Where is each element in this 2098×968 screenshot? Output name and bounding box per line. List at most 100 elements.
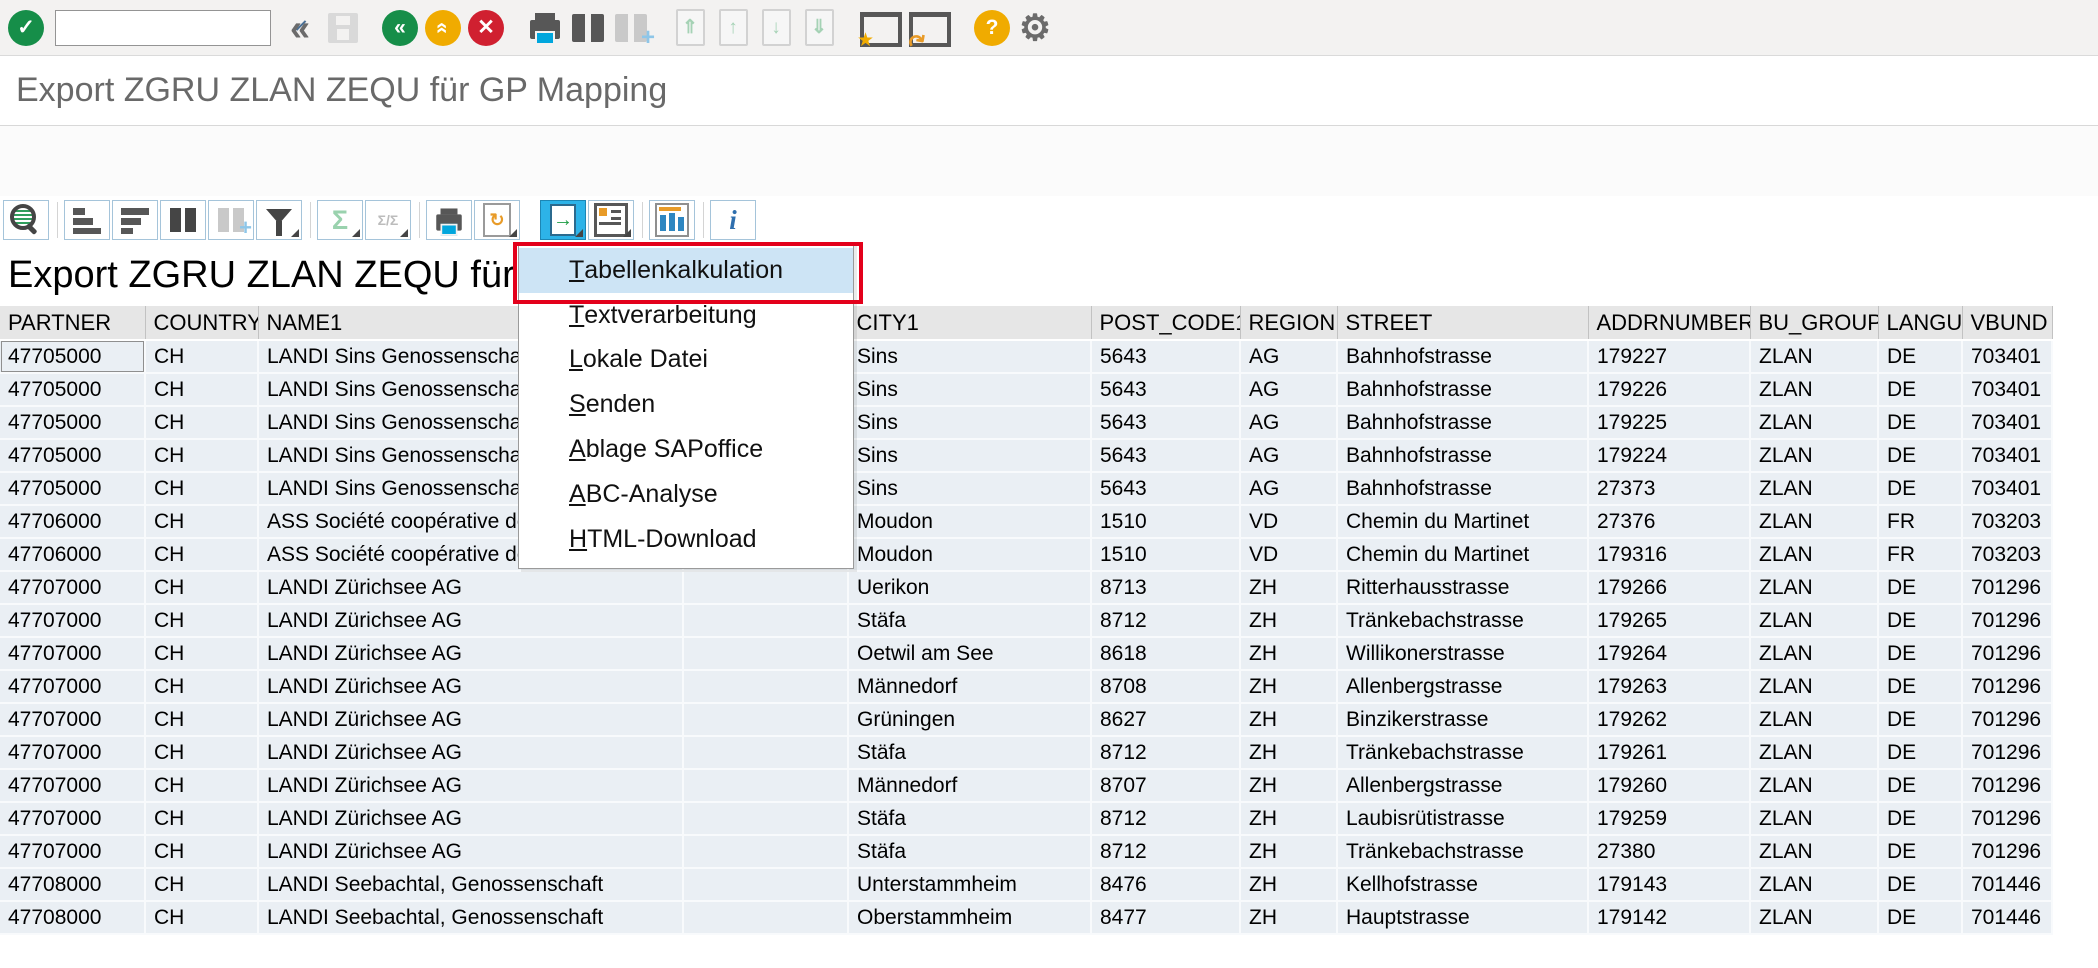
grid-cell[interactable]: 179266 (1588, 571, 1750, 604)
grid-cell[interactable]: ZLAN (1750, 340, 1878, 373)
grid-cell[interactable]: 179264 (1588, 637, 1750, 670)
details-button[interactable] (3, 200, 49, 240)
export-button[interactable]: → (540, 200, 586, 240)
grid-cell[interactable]: ZLAN (1750, 736, 1878, 769)
grid-cell[interactable]: 703401 (1962, 472, 2052, 505)
grid-cell[interactable]: CH (145, 604, 258, 637)
grid-cell[interactable]: Laubisrütistrasse (1337, 802, 1588, 835)
grid-cell[interactable]: ZLAN (1750, 868, 1878, 901)
column-header-vbund[interactable]: VBUND (1962, 306, 2052, 340)
grid-cell[interactable]: VD (1240, 505, 1337, 538)
grid-cell[interactable]: LANDI Zürichsee AG (258, 604, 683, 637)
grid-cell[interactable]: ZH (1240, 703, 1337, 736)
find-button[interactable] (570, 7, 606, 49)
grid-cell[interactable]: ZLAN (1750, 670, 1878, 703)
grid-cell[interactable]: 47707000 (0, 703, 145, 736)
grid-cell[interactable]: Stäfa (848, 736, 1091, 769)
grid-cell[interactable]: ZLAN (1750, 571, 1878, 604)
grid-cell[interactable]: 179142 (1588, 901, 1750, 934)
grid-cell[interactable]: CH (145, 538, 258, 571)
grid-cell[interactable]: 5643 (1091, 439, 1240, 472)
create-shortcut-button[interactable] (860, 7, 902, 49)
grid-cell[interactable]: AG (1240, 472, 1337, 505)
grid-cell[interactable]: ZLAN (1750, 637, 1878, 670)
grid-cell[interactable]: 179316 (1588, 538, 1750, 571)
grid-cell[interactable]: CH (145, 736, 258, 769)
grid-cell[interactable]: Sins (848, 373, 1091, 406)
grid-cell[interactable]: 1510 (1091, 505, 1240, 538)
grid-cell[interactable]: Grüningen (848, 703, 1091, 736)
grid-cell[interactable]: 703401 (1962, 439, 2052, 472)
grid-cell[interactable]: ZLAN (1750, 472, 1878, 505)
grid-cell[interactable]: 701296 (1962, 571, 2052, 604)
grid-cell[interactable]: LANDI Zürichsee AG (258, 571, 683, 604)
grid-cell[interactable]: ZLAN (1750, 406, 1878, 439)
grid-cell[interactable]: 47705000 (0, 439, 145, 472)
grid-cell[interactable]: Tränkebachstrasse (1337, 604, 1588, 637)
grid-cell[interactable]: DE (1878, 703, 1962, 736)
grid-cell[interactable] (683, 604, 848, 637)
grid-cell[interactable]: AG (1240, 439, 1337, 472)
grid-cell[interactable] (683, 769, 848, 802)
grid-cell[interactable] (683, 571, 848, 604)
grid-cell[interactable]: 703401 (1962, 406, 2052, 439)
grid-cell[interactable]: 5643 (1091, 373, 1240, 406)
grid-cell[interactable]: AG (1240, 406, 1337, 439)
grid-cell[interactable]: 701296 (1962, 637, 2052, 670)
grid-cell[interactable]: CH (145, 406, 258, 439)
grid-cell[interactable]: CH (145, 373, 258, 406)
find-button[interactable] (160, 200, 206, 240)
grid-cell[interactable]: Binzikerstrasse (1337, 703, 1588, 736)
grid-cell[interactable]: ZH (1240, 802, 1337, 835)
grid-cell[interactable]: 701446 (1962, 868, 2052, 901)
print-button[interactable] (426, 200, 472, 240)
grid-cell[interactable]: Bahnhofstrasse (1337, 439, 1588, 472)
grid-cell[interactable]: DE (1878, 373, 1962, 406)
grid-cell[interactable]: Sins (848, 472, 1091, 505)
menu-item-abc-analyse[interactable]: ABC-Analyse (519, 472, 853, 517)
grid-cell[interactable]: CH (145, 802, 258, 835)
grid-cell[interactable]: ZLAN (1750, 901, 1878, 934)
grid-cell[interactable]: ZLAN (1750, 802, 1878, 835)
grid-cell[interactable]: DE (1878, 637, 1962, 670)
grid-cell[interactable]: CH (145, 637, 258, 670)
grid-cell[interactable]: CH (145, 505, 258, 538)
grid-cell[interactable]: Oetwil am See (848, 637, 1091, 670)
enter-button[interactable]: ✓ (8, 7, 44, 49)
command-input[interactable] (64, 16, 300, 39)
sort-descending-button[interactable] (112, 200, 158, 240)
grid-cell[interactable]: Uerikon (848, 571, 1091, 604)
grid-cell[interactable]: LANDI Zürichsee AG (258, 736, 683, 769)
grid-cell[interactable]: DE (1878, 802, 1962, 835)
grid-cell[interactable] (683, 901, 848, 934)
grid-cell[interactable]: 47707000 (0, 835, 145, 868)
grid-cell[interactable]: 47708000 (0, 868, 145, 901)
grid-cell[interactable]: Unterstammheim (848, 868, 1091, 901)
grid-cell[interactable]: ZH (1240, 868, 1337, 901)
grid-cell[interactable]: Männedorf (848, 670, 1091, 703)
grid-cell[interactable]: 179143 (1588, 868, 1750, 901)
grid-cell[interactable]: ZLAN (1750, 439, 1878, 472)
grid-cell[interactable]: Bahnhofstrasse (1337, 340, 1588, 373)
grid-cell[interactable]: Oberstammheim (848, 901, 1091, 934)
grid-cell[interactable]: AG (1240, 340, 1337, 373)
grid-cell[interactable]: 47706000 (0, 538, 145, 571)
grid-cell[interactable]: Stäfa (848, 802, 1091, 835)
grid-cell[interactable]: DE (1878, 340, 1962, 373)
grid-cell[interactable]: 47707000 (0, 670, 145, 703)
grid-cell[interactable]: 47708000 (0, 901, 145, 934)
column-header-city1[interactable]: CITY1 (848, 306, 1091, 340)
grid-cell[interactable]: Allenbergstrasse (1337, 769, 1588, 802)
grid-cell[interactable]: 47707000 (0, 571, 145, 604)
grid-cell[interactable]: 27376 (1588, 505, 1750, 538)
grid-cell[interactable]: 8476 (1091, 868, 1240, 901)
grid-cell[interactable]: Moudon (848, 505, 1091, 538)
grid-cell[interactable]: ZH (1240, 736, 1337, 769)
column-header-region[interactable]: REGION (1240, 306, 1337, 340)
grid-cell[interactable]: 179260 (1588, 769, 1750, 802)
grid-cell[interactable] (683, 637, 848, 670)
grid-cell[interactable]: 179225 (1588, 406, 1750, 439)
grid-cell[interactable]: ZLAN (1750, 373, 1878, 406)
grid-cell[interactable]: 47706000 (0, 505, 145, 538)
grid-cell[interactable]: Willikonerstrasse (1337, 637, 1588, 670)
